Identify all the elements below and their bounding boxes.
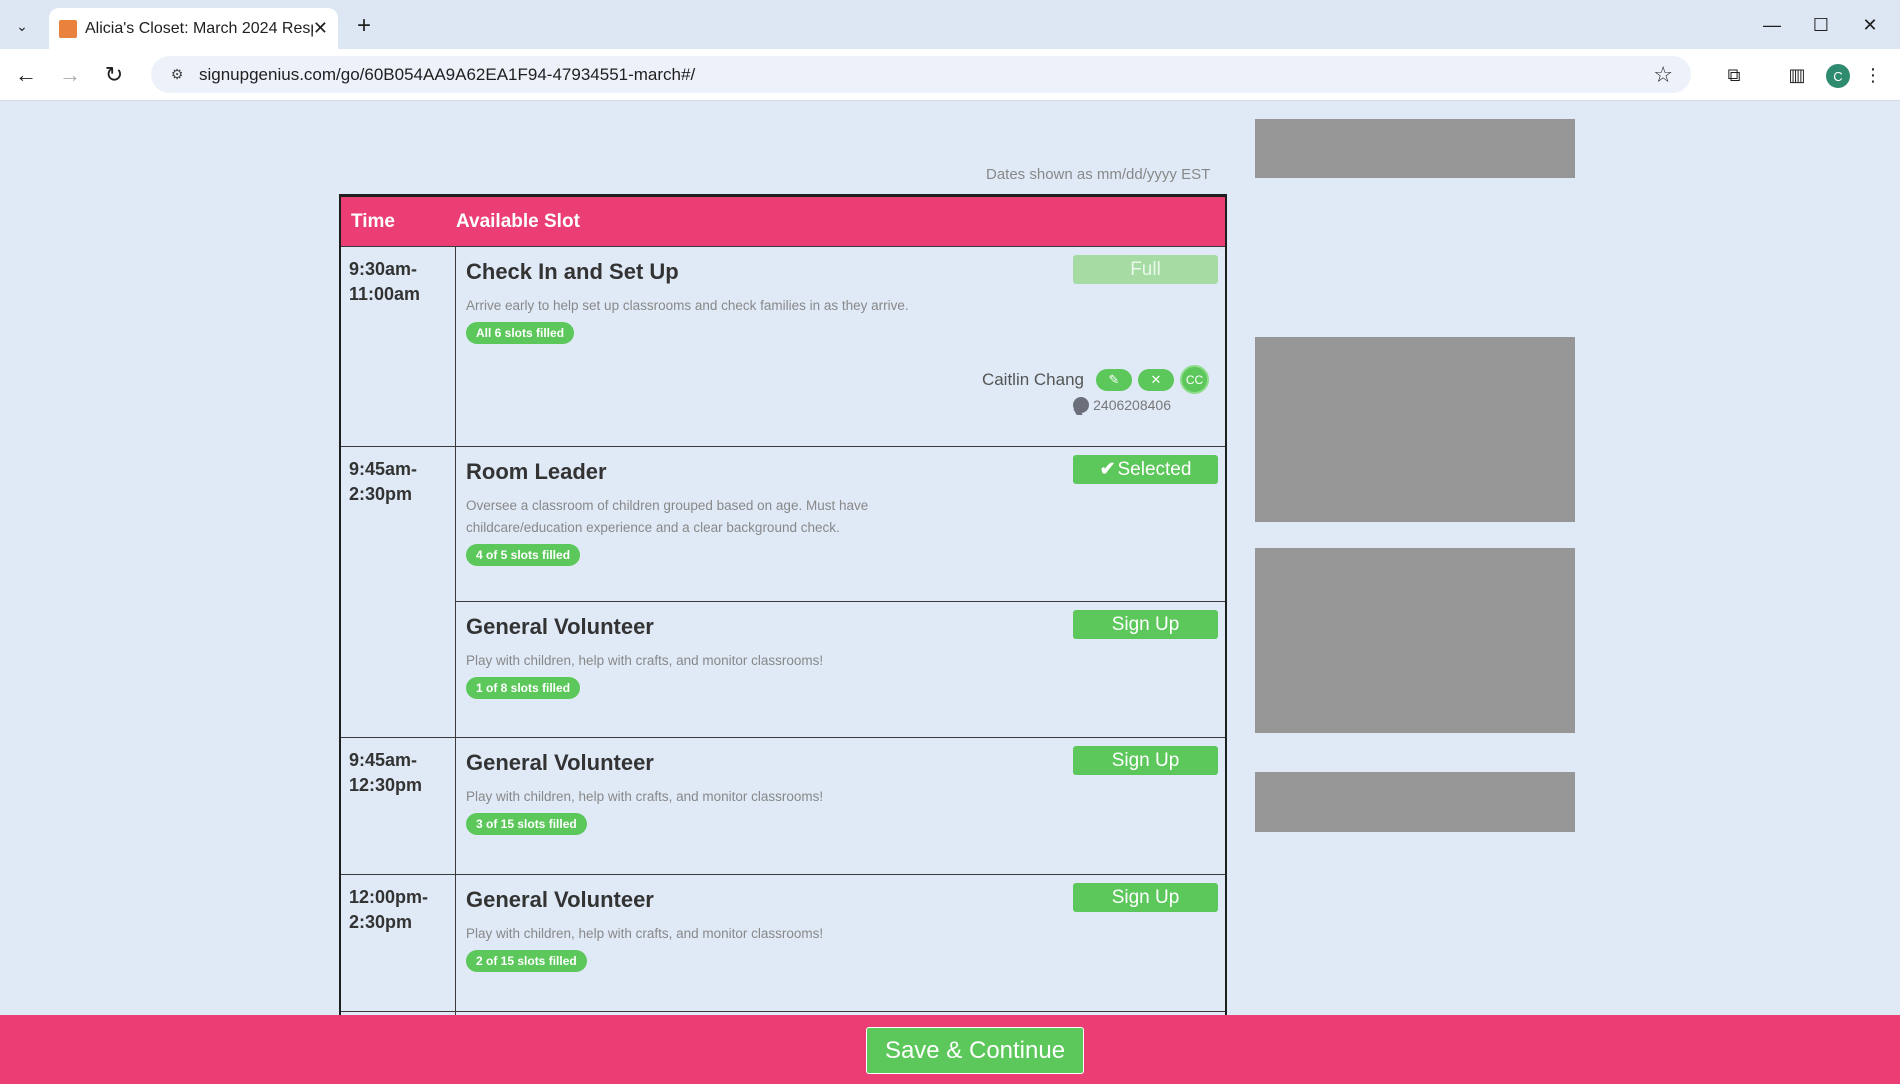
new-tab-plus-icon[interactable]: + xyxy=(350,12,378,40)
site-info-icon[interactable]: ⚙ xyxy=(159,61,195,89)
menu-kebab-icon[interactable]: ⋮ xyxy=(1860,62,1886,88)
slots-filled-badge: 1 of 8 slots filled xyxy=(466,677,581,699)
volunteer-avatar: CC xyxy=(1180,365,1209,394)
close-tab-icon[interactable]: ✕ xyxy=(313,18,328,39)
dates-note: Dates shown as mm/dd/yyyy EST xyxy=(986,166,1211,183)
browser-tab[interactable]: Alicia's Closet: March 2024 Resp ✕ xyxy=(49,8,338,49)
tab-search-chevron-icon[interactable]: ⌄ xyxy=(8,12,36,40)
profile-avatar[interactable]: C xyxy=(1826,64,1850,88)
time-cell: 9:45am- 12:30pm xyxy=(341,738,456,874)
slot-general-volunteer: General Volunteer Play with children, he… xyxy=(456,738,1225,874)
signup-table: Time Available Slot 9:30am- 11:00am Chec… xyxy=(339,194,1227,1074)
volunteer-phone: 2406208406 xyxy=(1073,397,1171,413)
phone-number: 2406208406 xyxy=(1093,397,1171,413)
slot-description: Play with children, help with crafts, an… xyxy=(466,653,824,668)
tab-strip: ⌄ Alicia's Closet: March 2024 Resp ✕ + —… xyxy=(0,0,1900,49)
ad-placeholder xyxy=(1255,337,1575,522)
forward-arrow-icon[interactable]: → xyxy=(55,60,85,90)
selected-label: Selected xyxy=(1117,458,1192,480)
selected-button[interactable]: ✔ Selected xyxy=(1073,455,1218,484)
footer-bar: Save & Continue xyxy=(0,1015,1900,1084)
time-cell: 9:30am- 11:00am xyxy=(341,247,456,446)
table-row: 9:45am- 12:30pm General Volunteer Play w… xyxy=(341,737,1225,874)
header-available-slot: Available Slot xyxy=(456,210,580,232)
slot-description: Oversee a classroom of children grouped … xyxy=(466,498,869,535)
sign-up-button[interactable]: Sign Up xyxy=(1073,746,1218,775)
extensions-icon[interactable]: ⧉ xyxy=(1721,62,1747,88)
table-row: 12:00pm- 2:30pm General Volunteer Play w… xyxy=(341,874,1225,1011)
address-bar[interactable]: ⚙ signupgenius.com/go/60B054AA9A62EA1F94… xyxy=(151,56,1691,93)
save-continue-button[interactable]: Save & Continue xyxy=(866,1027,1084,1074)
maximize-icon[interactable]: ☐ xyxy=(1803,10,1839,40)
slots-filled-badge: All 6 slots filled xyxy=(466,322,575,344)
window-close-icon[interactable]: ✕ xyxy=(1852,10,1888,40)
remove-x-icon[interactable]: ✕ xyxy=(1138,368,1174,391)
side-panel-icon[interactable]: ▥ xyxy=(1784,62,1810,88)
time-cell: 12:00pm- 2:30pm xyxy=(341,875,456,1011)
full-button: Full xyxy=(1073,255,1218,284)
slots-filled-badge: 3 of 15 slots filled xyxy=(466,813,587,835)
slot-room-leader: Room Leader Oversee a classroom of child… xyxy=(456,447,1225,601)
header-time: Time xyxy=(351,210,396,232)
slot-description: Arrive early to help set up classrooms a… xyxy=(466,298,909,313)
table-header: Time Available Slot xyxy=(341,197,1225,246)
slot-description: Play with children, help with crafts, an… xyxy=(466,926,824,941)
favicon-icon xyxy=(59,19,77,38)
edit-pencil-icon[interactable]: ✎ xyxy=(1096,368,1132,391)
sign-up-button[interactable]: Sign Up xyxy=(1073,610,1218,639)
ad-placeholder xyxy=(1255,772,1575,832)
time-cell: 9:45am- 2:30pm xyxy=(341,447,456,737)
bookmark-star-icon[interactable]: ☆ xyxy=(1653,62,1673,88)
reload-icon[interactable]: ↻ xyxy=(99,60,129,90)
browser-toolbar: ← → ↻ ⚙ signupgenius.com/go/60B054AA9A62… xyxy=(0,49,1900,101)
sign-up-button[interactable]: Sign Up xyxy=(1073,883,1218,912)
comment-bubble-icon xyxy=(1073,397,1090,413)
slot-description: Play with children, help with crafts, an… xyxy=(466,789,824,804)
minimize-icon[interactable]: — xyxy=(1754,10,1790,40)
table-row: 9:30am- 11:00am Check In and Set Up Arri… xyxy=(341,246,1225,446)
slots-filled-badge: 2 of 15 slots filled xyxy=(466,950,587,972)
tab-title: Alicia's Closet: March 2024 Resp xyxy=(85,19,313,37)
slot-general-volunteer: General Volunteer Play with children, he… xyxy=(456,601,1225,737)
volunteer-entry: Caitlin Chang ✎ ✕ CC xyxy=(982,365,1209,394)
checkmark-icon: ✔ xyxy=(1099,459,1116,480)
page-content: Dates shown as mm/dd/yyyy EST Time Avail… xyxy=(0,101,1900,1084)
url-text[interactable]: signupgenius.com/go/60B054AA9A62EA1F94-4… xyxy=(199,65,695,85)
volunteer-name: Caitlin Chang xyxy=(981,369,1084,389)
slot-general-volunteer: General Volunteer Play with children, he… xyxy=(456,875,1225,1011)
slot-check-in: Check In and Set Up Arrive early to help… xyxy=(456,247,1225,446)
table-row: 9:45am- 2:30pm Room Leader Oversee a cla… xyxy=(341,446,1225,737)
back-arrow-icon[interactable]: ← xyxy=(11,60,41,90)
ad-placeholder xyxy=(1255,548,1575,733)
slots-filled-badge: 4 of 5 slots filled xyxy=(466,544,581,566)
ad-placeholder xyxy=(1255,119,1575,178)
